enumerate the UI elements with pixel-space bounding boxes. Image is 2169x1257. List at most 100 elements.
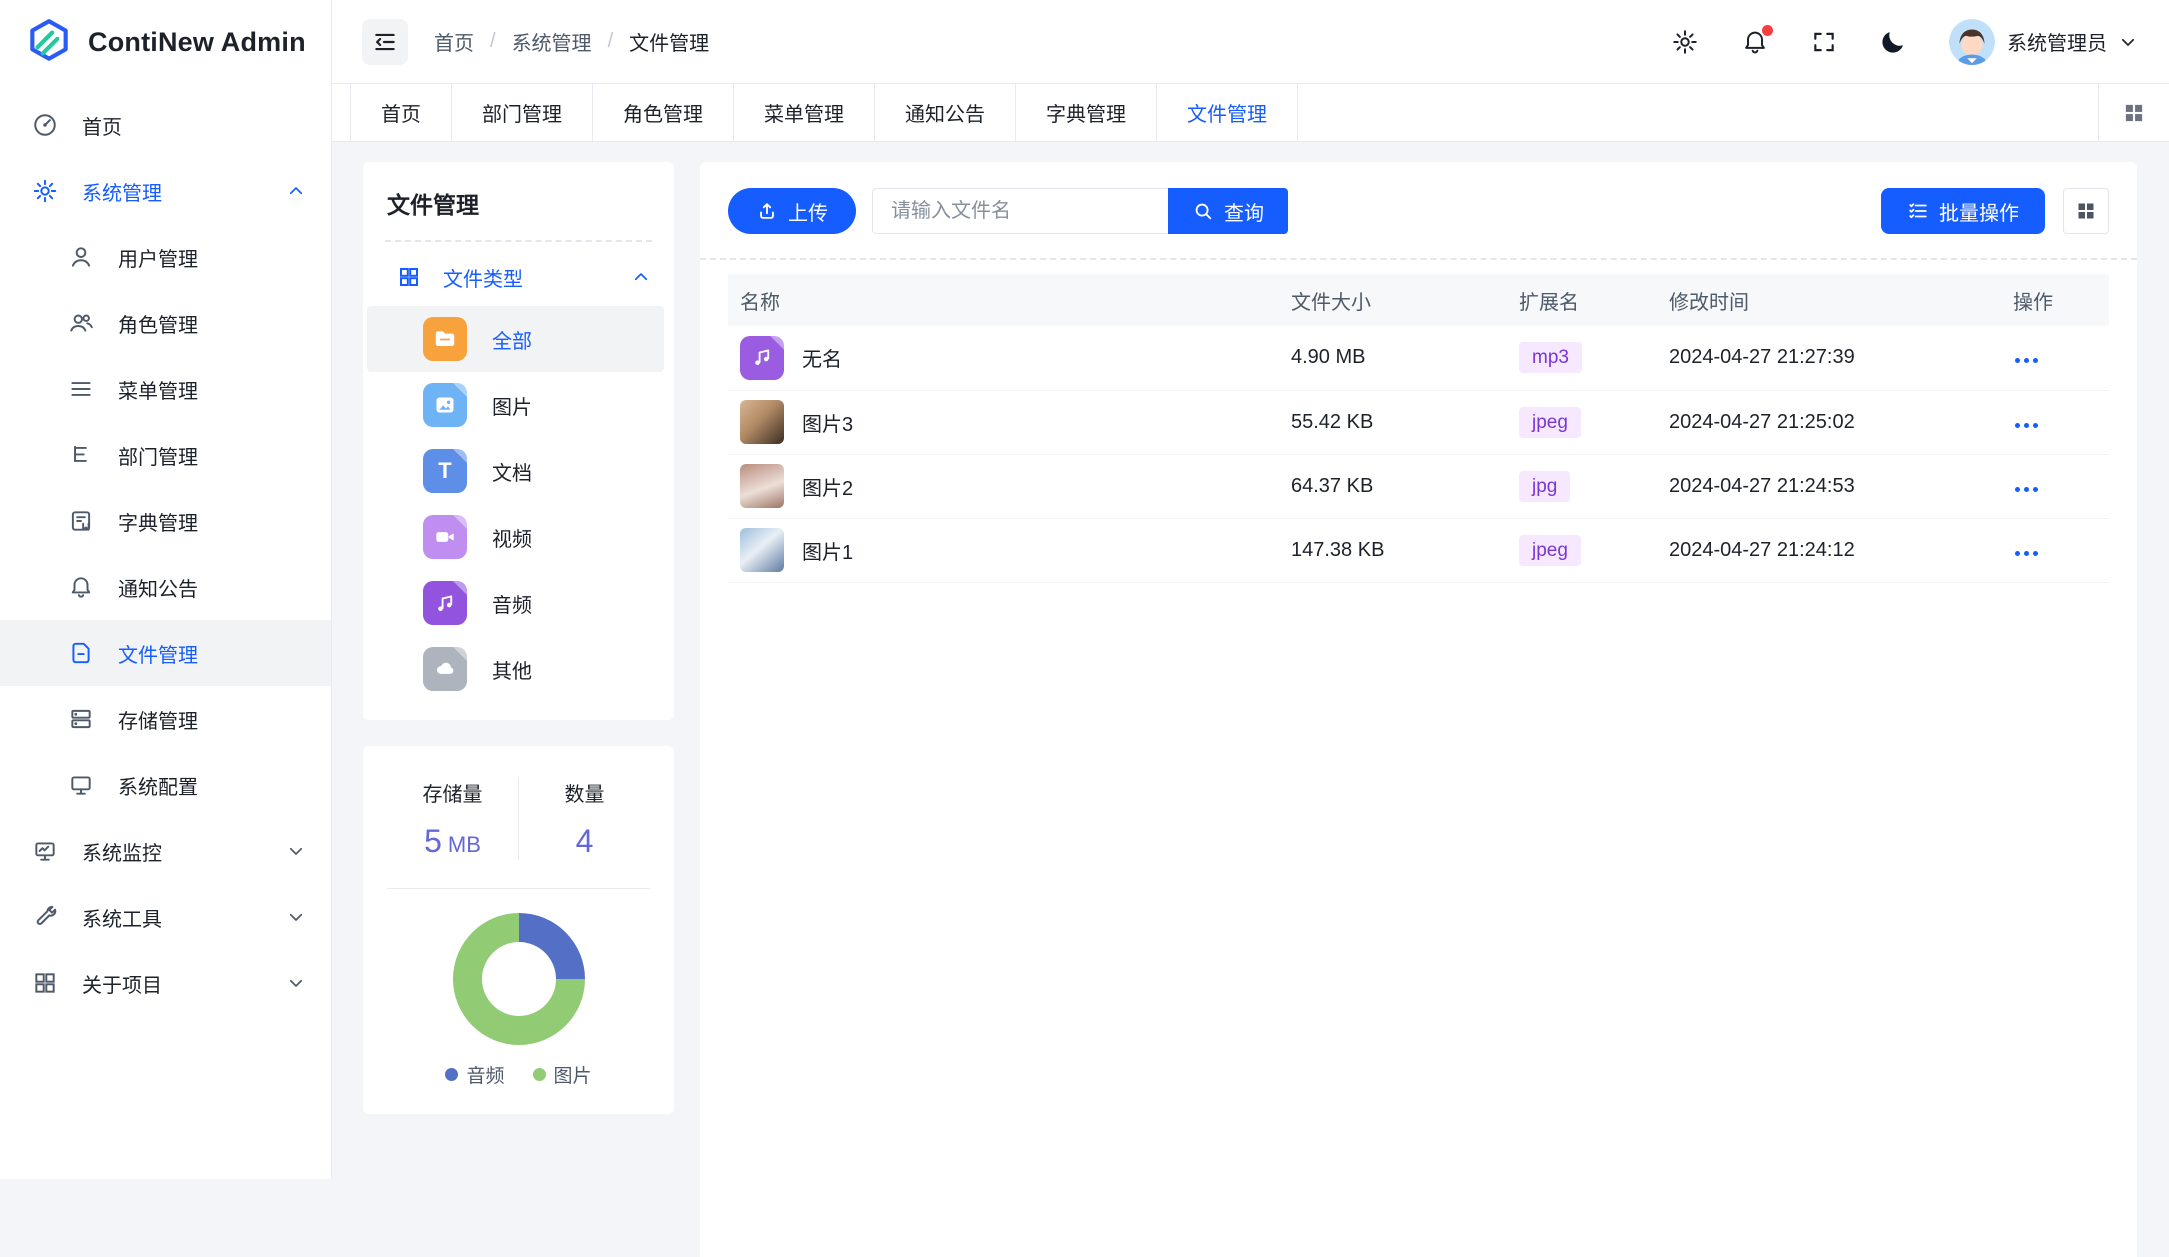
tab-dictionary[interactable]: 字典管理: [1016, 84, 1157, 141]
file-type-image[interactable]: 图片: [367, 372, 664, 438]
more-actions-button[interactable]: [2013, 417, 2040, 434]
storage-label: 存储量: [387, 778, 518, 807]
chevron-down-icon[interactable]: [287, 842, 305, 860]
sidebar-item-storage-management[interactable]: 存储管理: [0, 686, 331, 752]
file-type-label: 图片: [492, 391, 532, 420]
tab-menu[interactable]: 菜单管理: [734, 84, 875, 141]
file-type-video[interactable]: 视频: [367, 504, 664, 570]
dictionary-icon: [66, 506, 96, 536]
file-size: 4.90 MB: [1279, 326, 1507, 390]
legend-dot: [533, 1068, 546, 1081]
stats-row: 存储量 5MB 数量 4: [387, 778, 650, 860]
upload-button[interactable]: 上传: [728, 188, 856, 234]
sidebar-item-label: 首页: [82, 111, 305, 140]
search-input[interactable]: [872, 188, 1168, 234]
table-row[interactable]: 无名 4.90 MB mp3 2024-04-27 21:27:39: [728, 326, 2109, 390]
more-actions-button[interactable]: [2013, 352, 2040, 369]
user-menu[interactable]: 系统管理员: [1949, 19, 2137, 65]
dark-mode-button[interactable]: [1879, 28, 1907, 56]
tree-list-icon: [66, 440, 96, 470]
divider: [385, 240, 652, 242]
sidebar-item-label: 系统监控: [82, 837, 265, 866]
table-row[interactable]: 图片1 147.38 KB jpeg 2024-04-27 21:24:12: [728, 518, 2109, 582]
users-icon: [66, 308, 96, 338]
settings-button[interactable]: [1671, 28, 1699, 56]
file-type-group-header[interactable]: 文件类型: [387, 248, 650, 306]
tab-home[interactable]: 首页: [350, 84, 452, 141]
breadcrumb-current: 文件管理: [629, 27, 709, 56]
legend-audio[interactable]: 音频: [445, 1061, 504, 1088]
grid-icon: [2074, 199, 2098, 223]
search-group: 查询: [872, 188, 1288, 234]
sidebar-item-system-config[interactable]: 系统配置: [0, 752, 331, 818]
sidebar-item-role-management[interactable]: 角色管理: [0, 290, 331, 356]
tab-department[interactable]: 部门管理: [452, 84, 593, 141]
sidebar-item-notice[interactable]: 通知公告: [0, 554, 331, 620]
sidebar-item-dictionary-management[interactable]: 字典管理: [0, 488, 331, 554]
toolbar: 上传 查询 批量操作: [728, 188, 2109, 234]
storage-donut-chart: 音频 图片: [387, 913, 650, 1088]
breadcrumb-system[interactable]: 系统管理: [512, 27, 592, 56]
more-actions-button[interactable]: [2013, 545, 2040, 562]
file-filter-column: 文件管理 文件类型 全部: [363, 162, 674, 1114]
wrench-icon: [30, 902, 60, 932]
fullscreen-button[interactable]: [1811, 29, 1837, 55]
notification-badge: [1762, 25, 1773, 36]
more-actions-button[interactable]: [2013, 481, 2040, 498]
sidebar-collapse-button[interactable]: [362, 19, 408, 65]
file-type-card: 文件管理 文件类型 全部: [363, 162, 674, 720]
breadcrumb-separator: /: [490, 30, 496, 53]
notifications-button[interactable]: [1741, 28, 1769, 56]
modified-time: 2024-04-27 21:24:53: [1657, 454, 2001, 518]
app-title: ContiNew Admin: [88, 27, 306, 58]
file-type-document[interactable]: T 文档: [367, 438, 664, 504]
file-type-label: 全部: [492, 325, 532, 354]
grid-icon: [2121, 100, 2147, 126]
tab-role[interactable]: 角色管理: [593, 84, 734, 141]
file-type-other[interactable]: 其他: [367, 636, 664, 702]
sidebar-item-label: 角色管理: [118, 309, 305, 338]
upload-icon: [756, 200, 778, 222]
logo-row[interactable]: ContiNew Admin: [0, 0, 331, 84]
sidebar-item-about-project[interactable]: 关于项目: [0, 950, 331, 1016]
grid-icon: [30, 968, 60, 998]
sidebar-item-system-management[interactable]: 系统管理: [0, 158, 331, 224]
chevron-down-icon[interactable]: [287, 908, 305, 926]
tab-file-management[interactable]: 文件管理: [1157, 84, 1298, 141]
file-type-audio[interactable]: 音频: [367, 570, 664, 636]
tab-list-button[interactable]: [2098, 84, 2169, 141]
chevron-up-icon[interactable]: [632, 268, 650, 286]
document-file-icon: T: [423, 449, 467, 493]
legend-image[interactable]: 图片: [533, 1061, 592, 1088]
file-size: 147.38 KB: [1279, 518, 1507, 582]
app-window: ContiNew Admin 首页 系统管理: [0, 0, 2169, 1179]
donut-chart: [453, 913, 585, 1045]
batch-operations-button[interactable]: 批量操作: [1881, 188, 2045, 234]
topbar: 首页 / 系统管理 / 文件管理: [332, 0, 2169, 84]
chevron-up-icon[interactable]: [287, 182, 305, 200]
sidebar-item-system-tools[interactable]: 系统工具: [0, 884, 331, 950]
sidebar-item-system-monitor[interactable]: 系统监控: [0, 818, 331, 884]
table-row[interactable]: 图片3 55.42 KB jpeg 2024-04-27 21:25:02: [728, 390, 2109, 454]
sidebar-item-file-management[interactable]: 文件管理: [0, 620, 331, 686]
file-name: 图片1: [802, 536, 853, 565]
column-header-actions: 操作: [2001, 274, 2109, 326]
tab-notice[interactable]: 通知公告: [875, 84, 1016, 141]
chevron-down-icon[interactable]: [287, 974, 305, 992]
tabbar: 首页 部门管理 角色管理 菜单管理 通知公告 字典管理 文件管理: [332, 84, 2169, 142]
sidebar-item-home[interactable]: 首页: [0, 92, 331, 158]
topbar-actions: 系统管理员: [1671, 19, 2137, 65]
sidebar-item-department-management[interactable]: 部门管理: [0, 422, 331, 488]
file-size: 64.37 KB: [1279, 454, 1507, 518]
breadcrumb-home[interactable]: 首页: [434, 27, 474, 56]
grid-view-button[interactable]: [2063, 188, 2109, 234]
divider: [700, 258, 2137, 260]
sidebar-item-menu-management[interactable]: 菜单管理: [0, 356, 331, 422]
sidebar-item-user-management[interactable]: 用户管理: [0, 224, 331, 290]
chevron-down-icon: [2119, 33, 2137, 51]
file-table: 名称 文件大小 扩展名 修改时间 操作: [728, 274, 2109, 583]
table-row[interactable]: 图片2 64.37 KB jpg 2024-04-27 21:24:53: [728, 454, 2109, 518]
query-button[interactable]: 查询: [1168, 188, 1288, 234]
folder-icon: [423, 317, 467, 361]
file-type-all[interactable]: 全部: [367, 306, 664, 372]
